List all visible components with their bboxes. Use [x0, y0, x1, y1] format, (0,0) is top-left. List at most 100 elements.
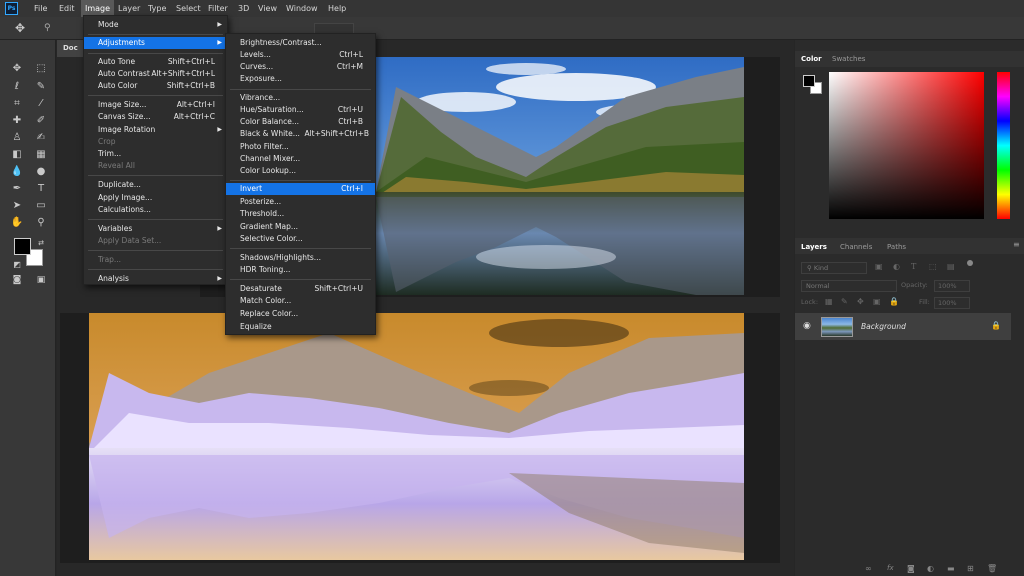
- menu-window[interactable]: Window: [282, 0, 322, 17]
- default-colors-icon[interactable]: ◩: [10, 258, 24, 272]
- menu-gradient-map[interactable]: Gradient Map...: [226, 221, 375, 233]
- menu-channel-mixer[interactable]: Channel Mixer...: [226, 153, 375, 165]
- fill-input[interactable]: 100%: [934, 297, 970, 309]
- menu-shadows-highlights[interactable]: Shadows/Highlights...: [226, 252, 375, 264]
- menu-hdr-toning[interactable]: HDR Toning...: [226, 264, 375, 276]
- filter-type-icon[interactable]: T: [911, 262, 916, 271]
- link-layers-icon[interactable]: ∞: [865, 564, 872, 573]
- tab-color[interactable]: Color: [801, 52, 822, 66]
- menu-color-lookup[interactable]: Color Lookup...: [226, 165, 375, 177]
- photoshop-logo-icon[interactable]: Ps: [5, 2, 18, 15]
- menu-trim[interactable]: Trim...: [84, 148, 227, 160]
- menu-auto-contrast[interactable]: Auto Contrast Alt+Shift+Ctrl+L: [84, 68, 227, 80]
- move-tool-icon[interactable]: ✥: [12, 20, 28, 36]
- menu-calculations[interactable]: Calculations...: [84, 204, 227, 216]
- document-tab[interactable]: Doc: [57, 40, 85, 57]
- filter-pixel-icon[interactable]: ▣: [875, 262, 883, 271]
- gradient-icon[interactable]: ▦: [34, 148, 48, 162]
- menu-black-white[interactable]: Black & White... Alt+Shift+Ctrl+B: [226, 128, 375, 140]
- tab-channels[interactable]: Channels: [840, 240, 872, 254]
- lasso-icon[interactable]: ℓ: [10, 80, 24, 94]
- menu-brightness-contrast[interactable]: Brightness/Contrast...: [226, 37, 375, 49]
- color-panel-foreground-swatch[interactable]: [803, 75, 815, 87]
- path-select-icon[interactable]: ➤: [10, 199, 24, 213]
- menu-posterize[interactable]: Posterize...: [226, 196, 375, 208]
- lock-all-icon[interactable]: 🔒: [889, 297, 899, 306]
- tab-swatches[interactable]: Swatches: [832, 52, 865, 66]
- menu-desaturate[interactable]: Desaturate Shift+Ctrl+U: [226, 283, 375, 295]
- search-icon[interactable]: ⚲: [44, 23, 58, 35]
- opacity-input[interactable]: 100%: [934, 280, 970, 292]
- hue-slider[interactable]: [997, 72, 1010, 219]
- crop-icon[interactable]: ⌗: [10, 97, 24, 111]
- quick-mask-icon[interactable]: ◙: [10, 273, 24, 287]
- new-group-icon[interactable]: ▬: [947, 564, 955, 573]
- lock-pixels-icon[interactable]: ✎: [841, 297, 848, 306]
- lock-artboard-icon[interactable]: ▣: [873, 297, 881, 306]
- menu-vibrance[interactable]: Vibrance...: [226, 92, 375, 104]
- menu-duplicate[interactable]: Duplicate...: [84, 179, 227, 191]
- lock-transparent-icon[interactable]: ▦: [825, 297, 833, 306]
- type-icon[interactable]: T: [34, 182, 48, 196]
- menu-image-rotation[interactable]: Image Rotation ▶: [84, 124, 227, 136]
- menu-view[interactable]: View: [254, 0, 281, 17]
- quick-select-icon[interactable]: ✎: [34, 80, 48, 94]
- menu-equalize[interactable]: Equalize: [226, 321, 375, 333]
- menu-edit[interactable]: Edit: [55, 0, 79, 17]
- history-brush-icon[interactable]: ✍: [34, 131, 48, 145]
- layer-row-background[interactable]: ◉ Background 🔒: [795, 313, 1011, 340]
- menu-auto-color[interactable]: Auto Color Shift+Ctrl+B: [84, 80, 227, 92]
- eraser-icon[interactable]: ◧: [10, 148, 24, 162]
- menu-apply-image[interactable]: Apply Image...: [84, 192, 227, 204]
- zoom-icon[interactable]: ⚲: [34, 216, 48, 230]
- menu-file[interactable]: File: [30, 0, 51, 17]
- menu-auto-tone[interactable]: Auto Tone Shift+Ctrl+L: [84, 56, 227, 68]
- new-layer-icon[interactable]: ⊞: [967, 564, 974, 573]
- menu-canvas-size[interactable]: Canvas Size... Alt+Ctrl+C: [84, 111, 227, 123]
- marquee-icon[interactable]: ⬚: [34, 62, 48, 76]
- visibility-eye-icon[interactable]: ◉: [803, 321, 811, 331]
- eyedropper-icon[interactable]: ⁄: [34, 97, 48, 111]
- menu-match-color[interactable]: Match Color...: [226, 295, 375, 307]
- layer-filter-kind[interactable]: ⚲ Kind: [801, 262, 867, 274]
- move-icon[interactable]: ✥: [10, 62, 24, 76]
- delete-layer-icon[interactable]: 🗑: [987, 564, 997, 573]
- color-picker-field[interactable]: [829, 72, 984, 219]
- filter-smart-object-icon[interactable]: ▤: [947, 262, 955, 271]
- panel-menu-icon[interactable]: ≡: [1013, 240, 1020, 249]
- filter-adjustment-icon[interactable]: ◐: [893, 262, 900, 271]
- inverted-photo[interactable]: [89, 313, 744, 560]
- menu-variables[interactable]: Variables ▶: [84, 223, 227, 235]
- menu-help[interactable]: Help: [324, 0, 350, 17]
- menu-mode[interactable]: Mode ▶: [84, 19, 227, 31]
- brush-icon[interactable]: ✐: [34, 114, 48, 128]
- menu-curves[interactable]: Curves... Ctrl+M: [226, 61, 375, 73]
- menu-invert[interactable]: Invert Ctrl+I: [226, 183, 375, 195]
- menu-adjustments[interactable]: Adjustments ▶: [84, 37, 227, 49]
- swap-colors-icon[interactable]: ⇄: [34, 236, 48, 250]
- blur-icon[interactable]: 💧: [10, 165, 24, 179]
- filter-shape-icon[interactable]: ⬚: [929, 262, 937, 271]
- menu-color-balance[interactable]: Color Balance... Ctrl+B: [226, 116, 375, 128]
- menu-photo-filter[interactable]: Photo Filter...: [226, 141, 375, 153]
- menu-threshold[interactable]: Threshold...: [226, 208, 375, 220]
- menu-exposure[interactable]: Exposure...: [226, 73, 375, 85]
- hand-icon[interactable]: ✋: [10, 216, 24, 230]
- menu-3d[interactable]: 3D: [234, 0, 253, 17]
- filter-toggle-icon[interactable]: [967, 260, 973, 266]
- menu-levels[interactable]: Levels... Ctrl+L: [226, 49, 375, 61]
- tab-layers[interactable]: Layers: [801, 240, 827, 254]
- new-adjustment-layer-icon[interactable]: ◐: [927, 564, 934, 573]
- shape-icon[interactable]: ▭: [34, 199, 48, 213]
- healing-icon[interactable]: ✚: [10, 114, 24, 128]
- menu-replace-color[interactable]: Replace Color...: [226, 308, 375, 320]
- add-mask-icon[interactable]: ◙: [907, 564, 915, 573]
- layer-style-icon[interactable]: fx: [887, 564, 894, 572]
- menu-analysis[interactable]: Analysis ▶: [84, 273, 227, 285]
- menu-hue-saturation[interactable]: Hue/Saturation... Ctrl+U: [226, 104, 375, 116]
- tab-paths[interactable]: Paths: [887, 240, 906, 254]
- menu-image-size[interactable]: Image Size... Alt+Ctrl+I: [84, 99, 227, 111]
- screen-mode-icon[interactable]: ▣: [34, 273, 48, 287]
- pen-icon[interactable]: ✒: [10, 182, 24, 196]
- layer-name[interactable]: Background: [861, 322, 906, 331]
